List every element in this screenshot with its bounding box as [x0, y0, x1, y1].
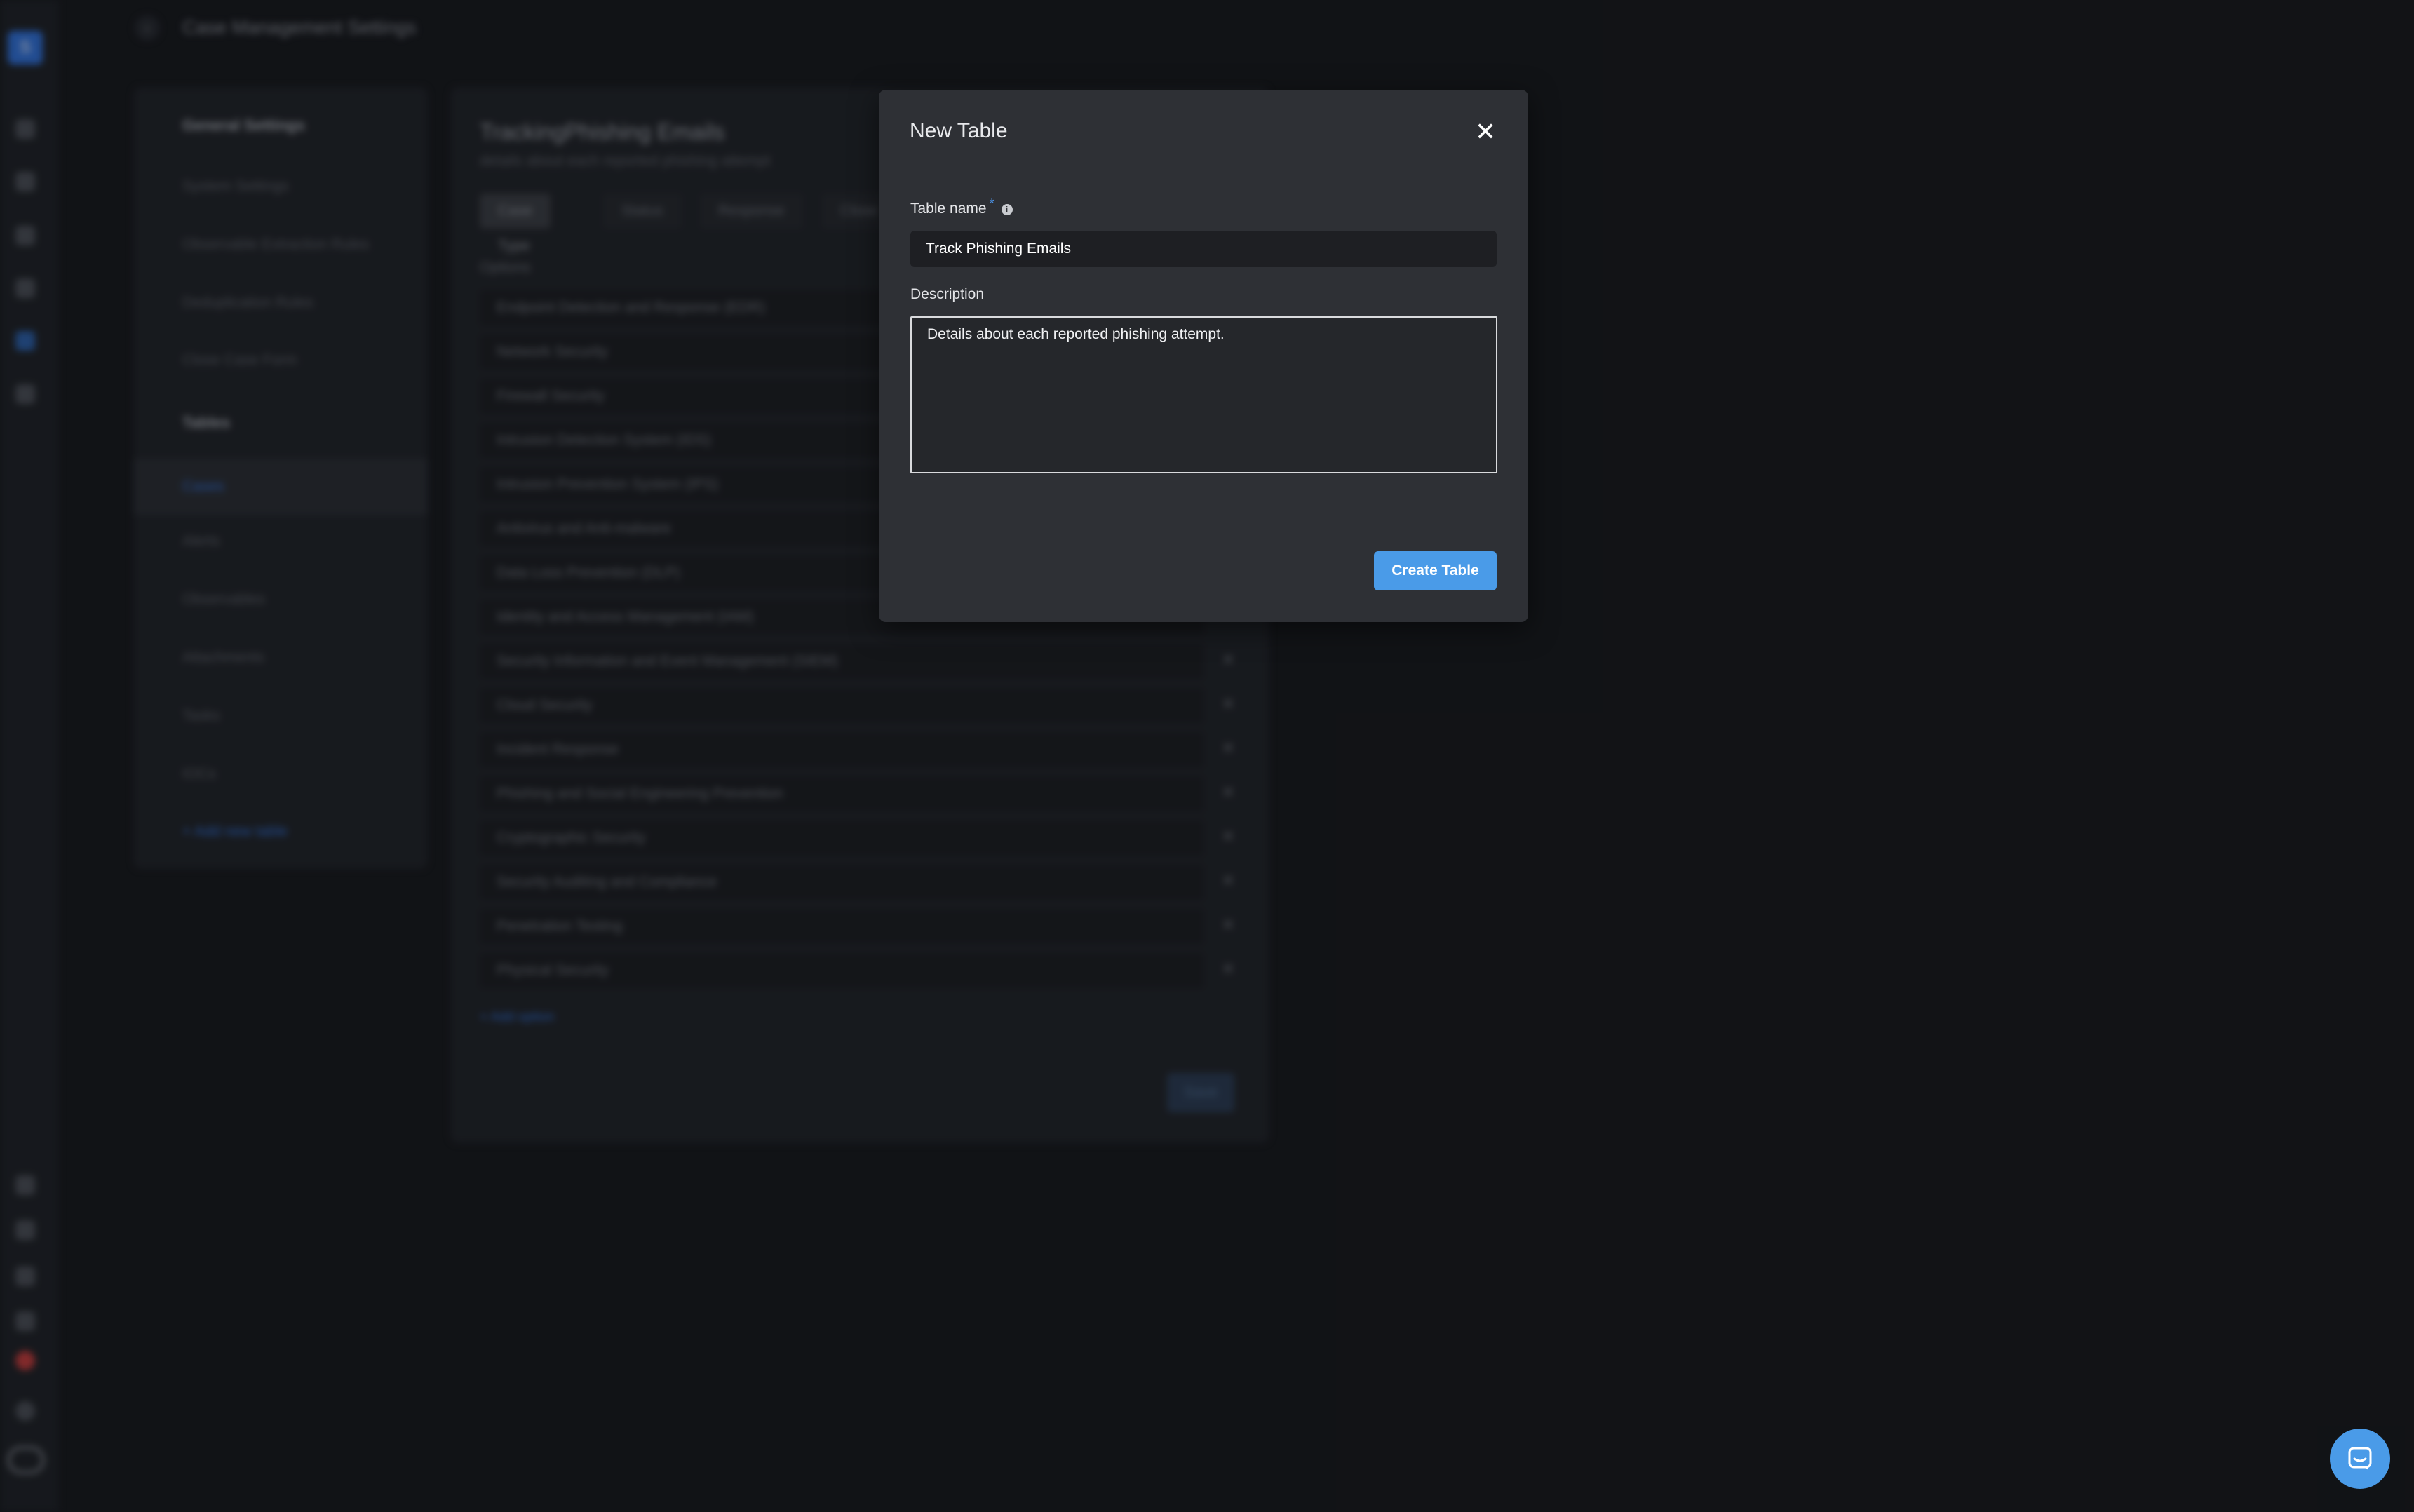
table-name-input[interactable] [910, 231, 1497, 267]
app-root: S ‹ Case Management Settings General Set… [0, 0, 2414, 1512]
close-icon[interactable]: ✕ [1470, 116, 1501, 147]
chat-icon [2348, 1447, 2372, 1470]
dialog-title: New Table [910, 119, 1008, 142]
create-table-button[interactable]: Create Table [1374, 551, 1497, 590]
description-textarea[interactable]: Details about each reported phishing att… [910, 316, 1497, 473]
new-table-dialog: New Table ✕ Table name* i Description Det… [879, 90, 1528, 622]
info-icon[interactable]: i [1001, 204, 1013, 215]
description-label: Description [910, 286, 985, 302]
required-asterisk: * [989, 196, 994, 210]
table-name-label: Table name * i [910, 196, 1013, 217]
chat-launcher-button[interactable] [2330, 1429, 2390, 1489]
table-name-label-text: Table name [910, 201, 987, 217]
